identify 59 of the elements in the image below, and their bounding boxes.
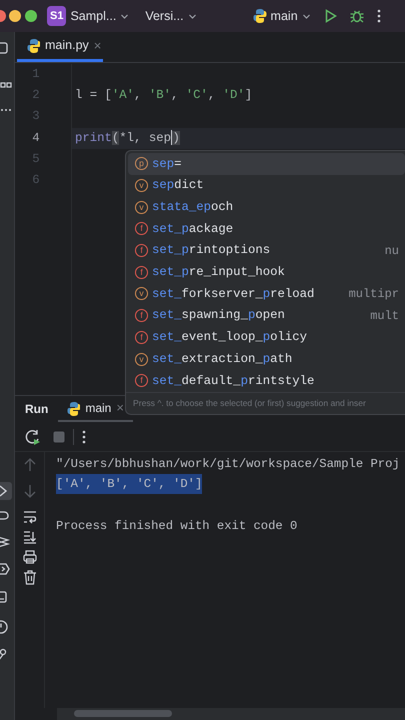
variable-icon: v	[135, 287, 148, 300]
horizontal-scrollbar[interactable]	[57, 708, 405, 720]
chevron-down-icon	[302, 12, 311, 20]
function-icon: f	[135, 266, 148, 279]
scroll-to-end-icon[interactable]	[22, 529, 38, 545]
python-icon	[27, 38, 40, 53]
maximize-window-button[interactable]	[25, 10, 37, 22]
rerun-icon[interactable]	[25, 428, 41, 444]
completion-item[interactable]: f set_event_loop_policy	[128, 326, 405, 348]
scrollbar-thumb[interactable]	[74, 710, 172, 717]
run-tool-icon[interactable]	[0, 482, 12, 500]
parameter-icon: p	[135, 157, 148, 170]
editor-tab[interactable]: main.py ×	[17, 32, 103, 62]
completion-item[interactable]: f set_default_printstyle	[128, 370, 405, 392]
function-icon: f	[135, 222, 148, 236]
stop-icon[interactable]	[53, 430, 65, 442]
completion-hint-text: Press ^. to choose the selected (or first) suggestion and inser	[126, 392, 405, 414]
completion-item[interactable]: f set_spawning_popen mult	[128, 304, 405, 326]
function-icon: f	[135, 330, 148, 344]
run-icon[interactable]	[324, 9, 337, 23]
project-name: Sampl...	[70, 8, 116, 25]
trash-icon[interactable]	[22, 569, 38, 585]
completion-item[interactable]: f set_printoptions nu	[128, 240, 405, 262]
panel-title: Run	[24, 401, 50, 418]
completion-item[interactable]: v set_forkserver_preload multipr	[128, 283, 405, 305]
soft-wrap-icon[interactable]	[22, 509, 38, 525]
python-icon	[67, 400, 80, 416]
bug-icon[interactable]	[350, 9, 364, 23]
completion-item[interactable]: v set_extraction_path	[128, 348, 405, 370]
arrow-down-icon	[22, 483, 38, 499]
completion-item[interactable]: v stata_epoch	[128, 196, 405, 218]
run-config-name: main	[270, 8, 298, 25]
minimize-window-button[interactable]	[9, 10, 21, 22]
variable-icon: v	[135, 200, 148, 214]
python-icon	[252, 8, 267, 24]
print-icon[interactable]	[22, 549, 38, 565]
chevron-down-icon	[120, 12, 130, 20]
completion-item[interactable]: f set_pre_input_hook	[128, 261, 405, 284]
vcs-menu[interactable]: Versi...	[145, 6, 197, 26]
function-icon: f	[135, 374, 148, 388]
code-line: l = ['A', 'B', 'C', 'D']	[74, 87, 254, 104]
completion-item[interactable]: v sepdict	[128, 174, 405, 196]
console-status-line: Process finished with exit code 0	[56, 518, 298, 535]
layers-icon[interactable]	[0, 534, 12, 548]
close-window-button[interactable]	[0, 10, 6, 22]
line-number: 4	[31, 130, 41, 147]
project-selector[interactable]: S1 Sampl...	[47, 6, 130, 26]
more-icon[interactable]	[376, 9, 381, 23]
run-config-selector[interactable]: main	[252, 6, 311, 26]
completion-item[interactable]: f set_package	[128, 218, 405, 240]
console-output-line: "/Users/bbhushan/work/git/workspace/Sample Proj	[56, 456, 400, 473]
more-icon[interactable]	[82, 430, 86, 444]
function-icon: f	[135, 309, 148, 322]
function-icon: f	[135, 244, 148, 258]
project-badge: S1	[47, 6, 66, 26]
variable-icon: v	[135, 352, 148, 366]
completion-item[interactable]: p sep=	[128, 153, 405, 175]
chevron-down-icon	[188, 12, 197, 20]
variable-icon: v	[135, 179, 148, 192]
